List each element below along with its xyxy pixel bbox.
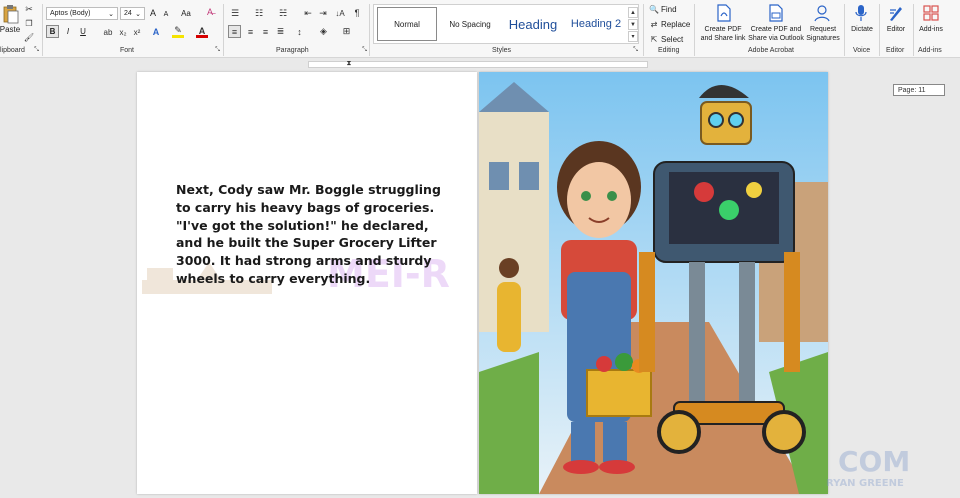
- strikethrough-icon[interactable]: ab: [102, 26, 114, 38]
- underline-button[interactable]: U: [77, 25, 89, 38]
- create-pdf-outlook-button[interactable]: Create PDF and Share via Outlook: [748, 24, 804, 44]
- editing-group-label: Editing: [658, 47, 680, 54]
- pdf-share-icon[interactable]: [715, 3, 733, 23]
- separator: [42, 4, 43, 56]
- request-signatures-icon[interactable]: [813, 3, 831, 23]
- editor-group-label: Editor: [886, 47, 905, 54]
- select-button[interactable]: Select: [661, 34, 683, 44]
- cut-icon[interactable]: ✂: [24, 4, 34, 14]
- increase-indent-icon[interactable]: ⇥: [317, 7, 329, 19]
- font-name-value: Aptos (Body): [50, 10, 91, 17]
- sort-icon[interactable]: ↓A: [334, 7, 346, 19]
- voice-group-label: Voice: [853, 47, 871, 54]
- bullets-icon[interactable]: ☰: [228, 7, 242, 19]
- page-number-indicator: Page: 11: [893, 84, 945, 96]
- numbering-icon[interactable]: ☷: [252, 7, 266, 19]
- clipboard-group-label: lipboard: [0, 47, 25, 54]
- document-page-left[interactable]: MEI-R Next, Cody saw Mr. Boggle struggli…: [137, 72, 477, 494]
- chevron-down-icon: ⌄: [135, 10, 141, 18]
- corner-watermark-text: COM: [838, 445, 911, 478]
- line-spacing-icon[interactable]: ↕: [293, 25, 306, 38]
- paste-button[interactable]: Paste: [0, 25, 20, 34]
- paragraph-group-label: Paragraph: [276, 47, 309, 54]
- add-ins-icon[interactable]: [922, 3, 940, 23]
- indent-marker-icon[interactable]: ⧗: [345, 58, 353, 70]
- justify-icon[interactable]: ≣: [274, 25, 287, 38]
- style-heading-2[interactable]: Heading 2: [566, 7, 626, 41]
- select-icon[interactable]: ⇱: [649, 34, 659, 44]
- paste-icon[interactable]: [2, 4, 20, 24]
- style-no-spacing[interactable]: No Spacing: [440, 7, 500, 41]
- font-group-label: Font: [120, 47, 135, 54]
- illustration-boy-and-robot: [479, 72, 828, 494]
- styles-more-icon[interactable]: ▾: [628, 31, 638, 42]
- borders-icon[interactable]: ⊞: [340, 25, 353, 38]
- style-heading[interactable]: Heading: [502, 7, 564, 41]
- subscript-icon[interactable]: x₂: [117, 26, 129, 38]
- separator: [844, 4, 845, 56]
- decrease-indent-icon[interactable]: ⇤: [302, 7, 314, 19]
- styles-dialog-launcher-icon[interactable]: ⤡: [632, 47, 639, 54]
- align-center-icon[interactable]: ≡: [244, 25, 257, 38]
- horizontal-ruler: ⧗: [0, 58, 960, 70]
- clear-formatting-icon[interactable]: A̶: [204, 6, 216, 18]
- separator: [694, 4, 695, 56]
- add-ins-button[interactable]: Add-ins: [916, 24, 946, 34]
- styles-scroll-down-icon[interactable]: ▼: [628, 19, 638, 30]
- font-size-dropdown[interactable]: 24 ⌄: [120, 7, 145, 20]
- find-button[interactable]: Find: [661, 4, 683, 14]
- change-case-button[interactable]: Aa: [178, 7, 194, 19]
- highlight-color-icon[interactable]: ✎: [172, 25, 184, 38]
- multilevel-list-icon[interactable]: ☵: [276, 7, 290, 19]
- align-right-icon[interactable]: ≡: [259, 25, 272, 38]
- acrobat-group-label: Adobe Acrobat: [748, 47, 794, 54]
- styles-scroll-up-icon[interactable]: ▲: [628, 7, 638, 18]
- align-left-icon[interactable]: ≡: [228, 25, 241, 38]
- separator: [913, 4, 914, 56]
- editor-button[interactable]: Editor: [882, 24, 910, 34]
- replace-icon[interactable]: ⇄: [649, 19, 659, 29]
- replace-button[interactable]: Replace: [661, 19, 691, 29]
- microphone-icon[interactable]: [854, 3, 868, 23]
- bold-button[interactable]: B: [46, 25, 59, 38]
- story-paragraph[interactable]: Next, Cody saw Mr. Boggle struggling to …: [176, 181, 446, 288]
- superscript-icon[interactable]: x²: [131, 26, 143, 38]
- style-normal[interactable]: Normal: [377, 7, 437, 41]
- dictate-button[interactable]: Dictate: [848, 24, 876, 34]
- text-effects-icon[interactable]: A: [150, 26, 162, 38]
- format-painter-icon[interactable]: 🖌: [24, 32, 34, 42]
- separator: [643, 4, 644, 56]
- font-size-value: 24: [124, 10, 132, 17]
- paragraph-dialog-launcher-icon[interactable]: ⤡: [361, 47, 368, 54]
- separator: [223, 4, 224, 56]
- styles-gallery: Normal No Spacing Heading Heading 2 ▲ ▼ …: [373, 4, 639, 44]
- italic-button[interactable]: I: [62, 25, 74, 38]
- find-icon[interactable]: 🔍: [649, 4, 659, 14]
- copy-icon[interactable]: ❐: [24, 18, 34, 28]
- request-signatures-button[interactable]: Request Signatures: [804, 24, 842, 44]
- document-page-right[interactable]: [479, 72, 828, 494]
- shrink-font-button[interactable]: A: [161, 8, 171, 20]
- show-formatting-icon[interactable]: ¶: [351, 7, 363, 19]
- ribbon: Paste ✂ ❐ 🖌 lipboard ⤡ Aptos (Body) ⌄ 24 ⌄…: [0, 0, 960, 58]
- ruler-track[interactable]: [308, 61, 648, 68]
- corner-watermark-subtext: RYAN GREENE: [826, 478, 904, 489]
- chevron-down-icon: ⌄: [108, 10, 114, 18]
- addins-group-label: Add-ins: [918, 47, 942, 54]
- clipboard-dialog-launcher-icon[interactable]: ⤡: [33, 47, 40, 54]
- font-name-dropdown[interactable]: Aptos (Body) ⌄: [46, 7, 118, 20]
- editor-icon[interactable]: [887, 3, 905, 23]
- pdf-outlook-icon[interactable]: [767, 3, 785, 23]
- font-color-icon[interactable]: A: [196, 26, 208, 38]
- styles-group-label: Styles: [492, 47, 512, 54]
- create-pdf-share-link-button[interactable]: Create PDF and Share link: [698, 24, 748, 44]
- grow-font-button[interactable]: A: [148, 7, 158, 19]
- shading-icon[interactable]: ◈: [317, 25, 330, 38]
- separator: [879, 4, 880, 56]
- font-dialog-launcher-icon[interactable]: ⤡: [214, 47, 221, 54]
- separator: [369, 4, 370, 56]
